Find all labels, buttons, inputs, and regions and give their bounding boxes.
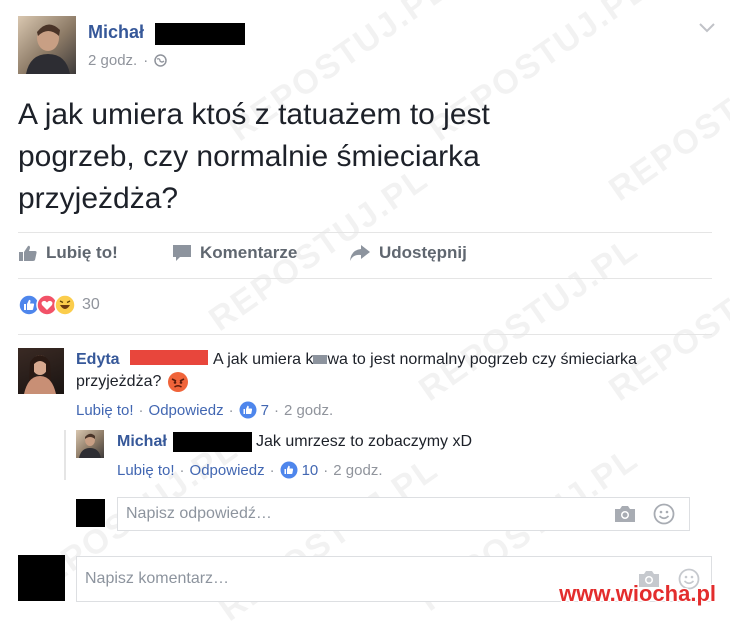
reply-input-placeholder: Napisz odpowiedź… (126, 505, 272, 522)
reaction-count: 30 (82, 296, 100, 313)
share-icon (350, 245, 370, 261)
reply-like-link[interactable]: Lubię to! (117, 462, 175, 479)
reply-thread-line (64, 430, 66, 480)
share-label: Udostępnij (379, 243, 467, 262)
reply-text: Jak umrzesz to zobaczymy xD (256, 433, 473, 450)
reply-input[interactable]: Napisz odpowiedź… (117, 497, 690, 531)
site-watermark: www.wiocha.pl (559, 581, 716, 606)
post-body-line: A jak umiera ktoś z tatuażem to jest (18, 98, 490, 131)
separator: · (269, 461, 275, 479)
watermark: REPOSTUJ.PL (602, 229, 730, 409)
redacted-surname (173, 432, 252, 452)
separator: · (138, 401, 144, 419)
emoji-icon[interactable] (653, 503, 675, 525)
comment-text-line2: przyjeżdża? (76, 371, 189, 393)
divider (18, 278, 712, 279)
comment-text-part: przyjeżdża? (76, 373, 162, 390)
chevron-down-icon[interactable] (698, 22, 716, 34)
post-time[interactable]: 2 godz. (88, 52, 137, 69)
thumbs-up-icon (19, 245, 37, 261)
angry-emoji-icon (168, 372, 189, 392)
redacted-surname (130, 350, 208, 365)
comment-like-count[interactable]: 7 (261, 402, 269, 419)
like-button[interactable]: Lubię to! (18, 243, 118, 263)
comment-icon (173, 245, 191, 261)
avatar (76, 499, 105, 527)
like-count-icon (280, 461, 298, 479)
comment-label: Komentarze (200, 243, 298, 262)
comment-text: A jak umiera k wa to jest normalny pogrze… (213, 349, 637, 371)
post-body: A jak umiera ktoś z tatuażem to jest pog… (18, 94, 490, 220)
reactions-summary[interactable]: 30 (18, 294, 100, 316)
redacted-surname (155, 23, 245, 45)
reply-actions: Lubię to! · Odpowiedz · 10 · 2 godz. (117, 461, 383, 479)
comment-reply-link[interactable]: Odpowiedz (149, 402, 224, 419)
comment-text-part: wa to jest normalny pogrzeb czy śmieciar… (327, 351, 637, 368)
reply-reply-link[interactable]: Odpowiedz (190, 462, 265, 479)
avatar-image (24, 355, 56, 394)
censor-block (313, 355, 328, 365)
reply-time[interactable]: 2 godz. (333, 462, 382, 479)
comment-input-placeholder: Napisz komentarz… (85, 570, 230, 587)
divider (18, 334, 712, 335)
comment-time[interactable]: 2 godz. (284, 402, 333, 419)
share-button[interactable]: Udostępnij (349, 243, 467, 263)
like-label: Lubię to! (46, 243, 118, 262)
camera-icon[interactable] (614, 505, 636, 523)
comment-like-link[interactable]: Lubię to! (76, 402, 134, 419)
avatar[interactable] (76, 430, 104, 458)
comment-button[interactable]: Komentarze (172, 243, 297, 263)
comment-author-name[interactable]: Edyta (76, 351, 120, 368)
avatar-image (26, 24, 70, 74)
separator: · (179, 461, 185, 479)
post-author-name[interactable]: Michał (88, 22, 144, 43)
globe-icon (154, 54, 167, 67)
separator: · (273, 401, 279, 419)
watermark: REPOSTUJ.PL (602, 29, 730, 209)
divider (18, 232, 712, 233)
like-count-icon (239, 401, 257, 419)
avatar-image (79, 433, 101, 458)
post-body-line: pogrzeb, czy normalnie śmieciarka (18, 140, 480, 173)
avatar (18, 555, 65, 601)
separator: · (228, 401, 234, 419)
reply-author-name[interactable]: Michał (117, 433, 167, 451)
avatar[interactable] (18, 16, 76, 74)
post-meta: 2 godz. · (88, 52, 167, 69)
reply-like-count[interactable]: 10 (302, 462, 319, 479)
avatar[interactable] (18, 348, 64, 394)
comment-text-part: A jak umiera k (213, 351, 314, 368)
comment-actions: Lubię to! · Odpowiedz · 7 · 2 godz. (76, 401, 333, 419)
separator: · (323, 461, 329, 479)
haha-reaction-icon (54, 294, 76, 316)
post-body-line: przyjeżdża? (18, 182, 179, 215)
